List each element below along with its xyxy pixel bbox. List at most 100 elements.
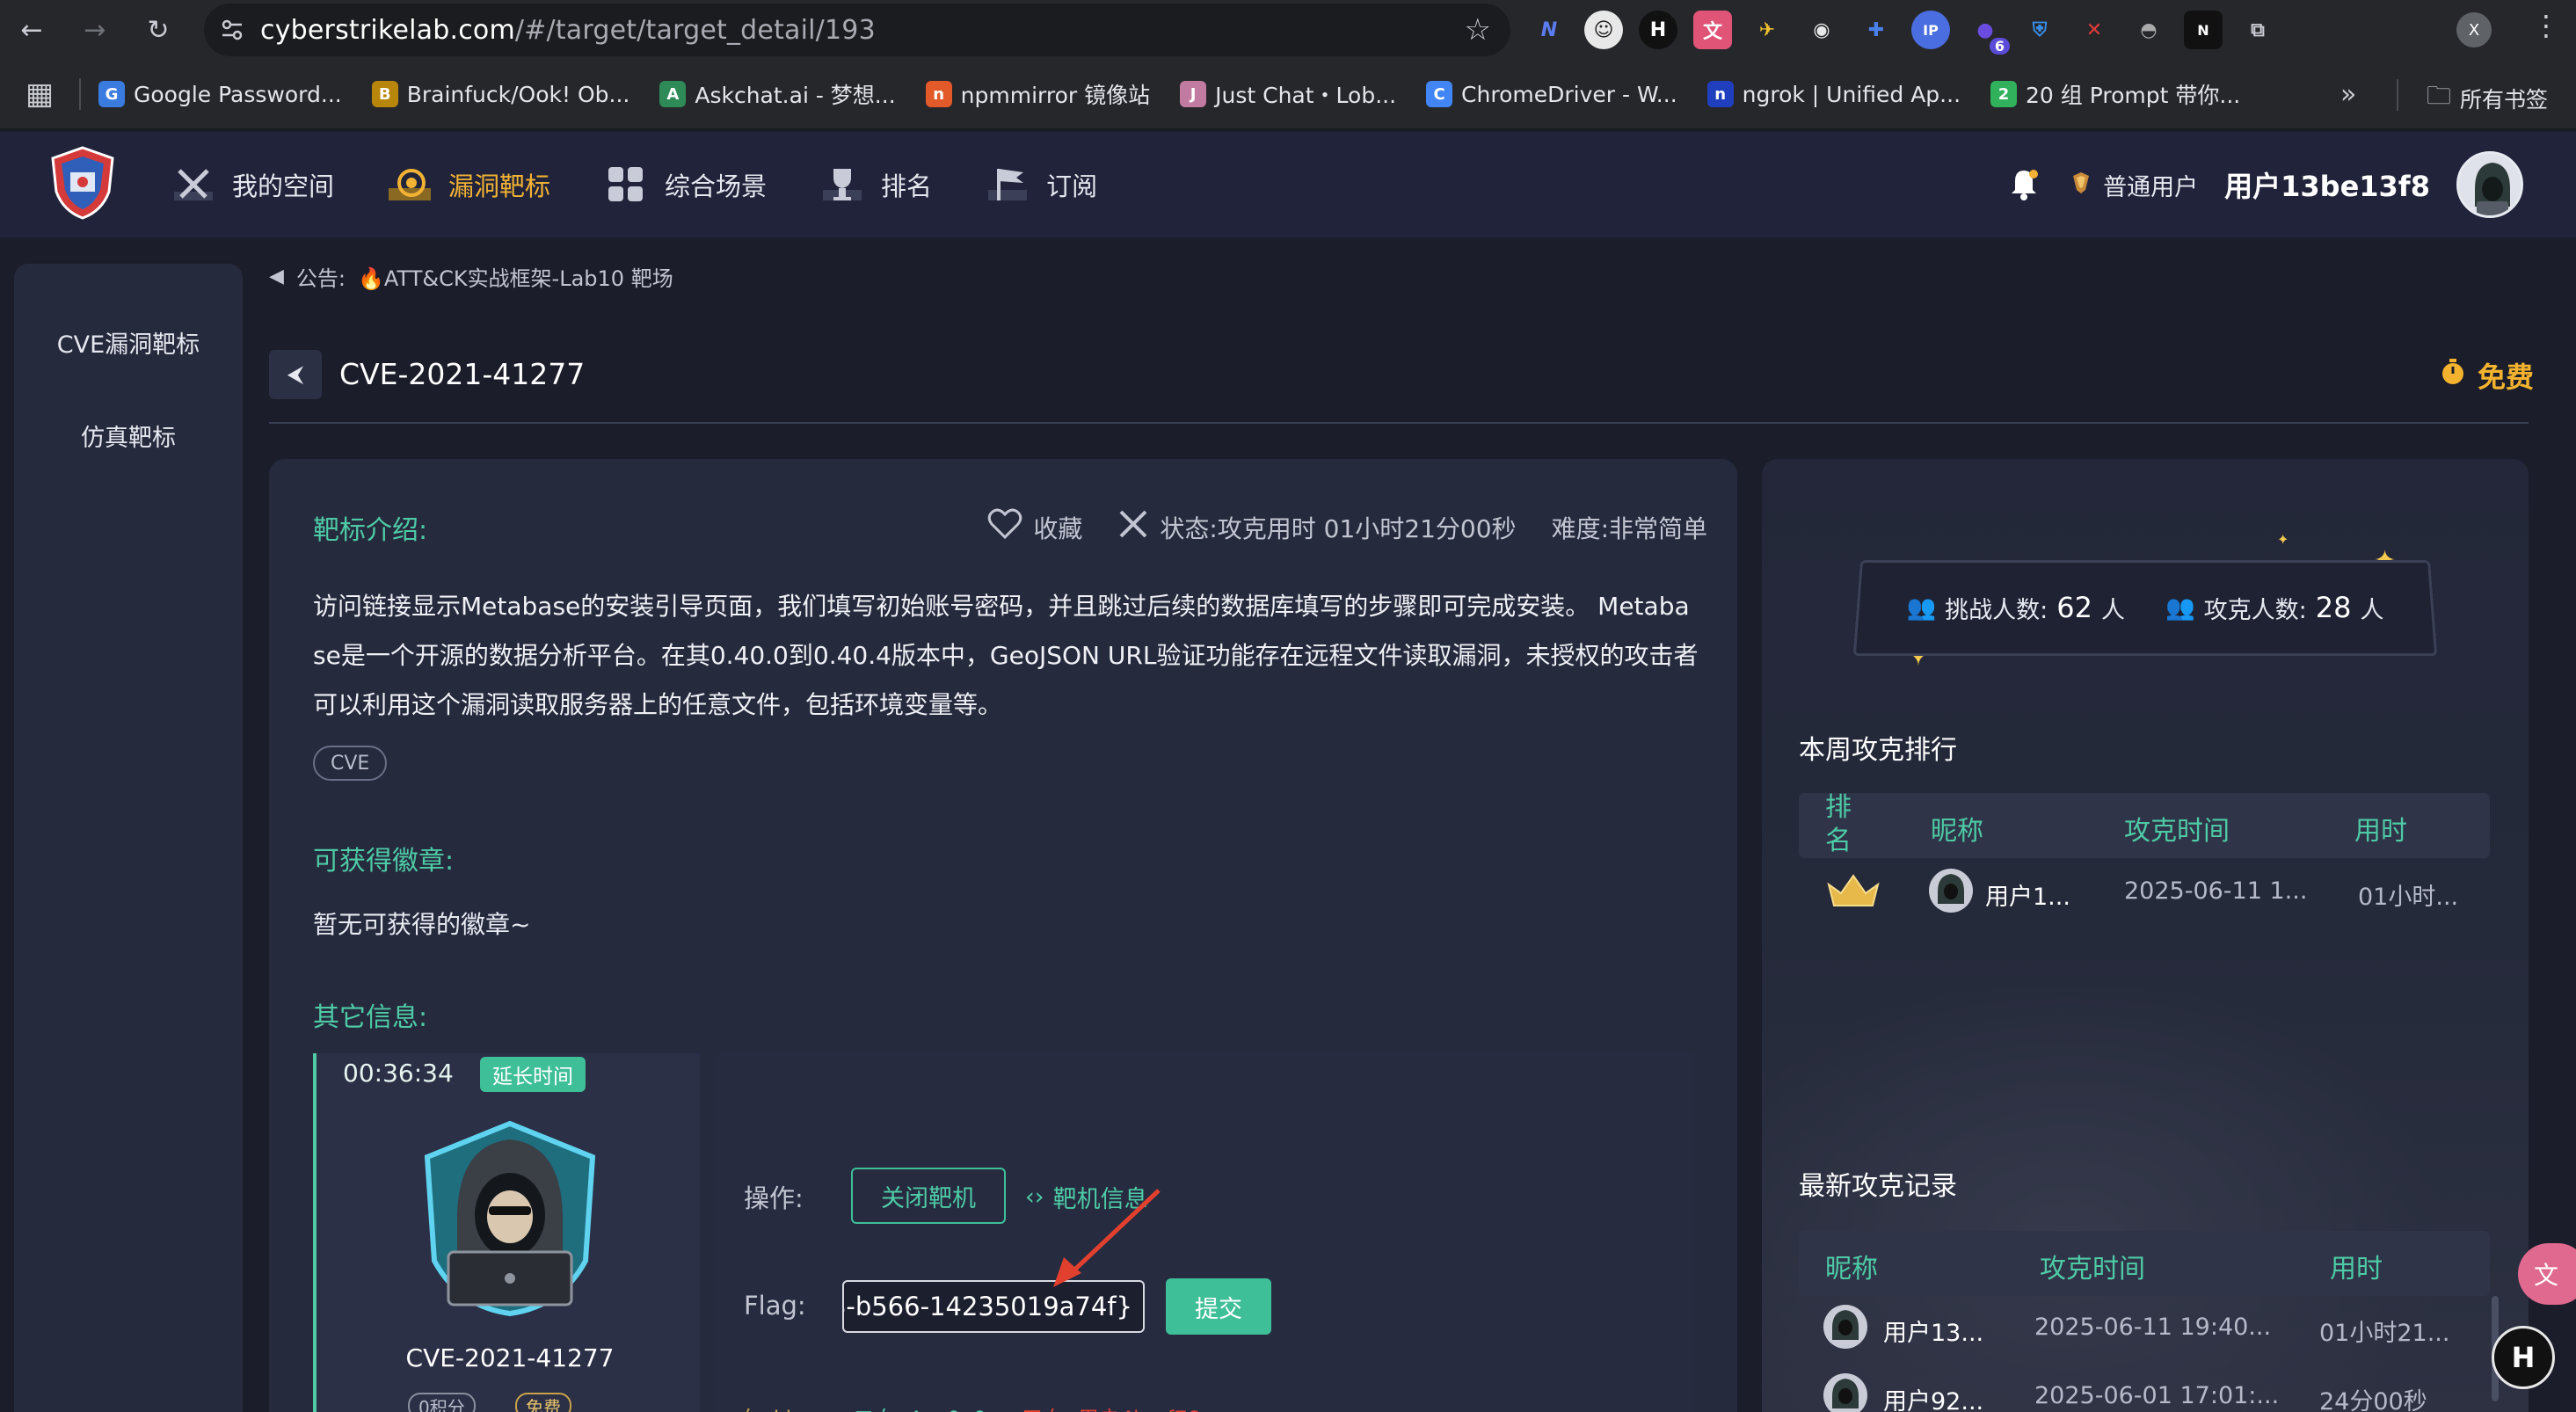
price-label: 免费: [2477, 360, 2534, 394]
nav-ranking[interactable]: 排名: [819, 164, 932, 206]
bookmark-favicon-icon: C: [1426, 81, 1453, 107]
bookmark-star-icon[interactable]: ☆: [1465, 12, 1491, 47]
extension-shield-icon[interactable]: ⛨: [2020, 11, 2059, 49]
rank-duration: 01小时...: [2358, 884, 2459, 911]
extensions-puzzle-icon[interactable]: ⧉: [2238, 11, 2277, 49]
app-header: 我的空间 漏洞靶标 综合场景 排名 订阅 普通用户 用户13be13f8: [0, 132, 2576, 237]
forward-arrow-icon[interactable]: →: [70, 5, 120, 55]
users-icon: 👥: [2165, 594, 2195, 622]
bookmark-item[interactable]: 2 20 组 Prompt 带你...: [1990, 78, 2240, 110]
ranking-panel: ✦ ✦ ✦ 👥 挑战人数: 62 人 👥 攻克人数: 28 人 本周攻克排行 排…: [1762, 459, 2529, 1412]
solvers-count: 28: [2315, 591, 2352, 624]
sidebar-item-simulation-targets[interactable]: 仿真靶标: [14, 419, 243, 453]
more-bookmarks-icon[interactable]: »: [2340, 79, 2356, 110]
bookmark-item[interactable]: G Google Password...: [98, 81, 342, 107]
nav-my-space-label: 我的空间: [232, 171, 335, 201]
reload-icon[interactable]: ↻: [134, 5, 183, 55]
extension-badge-icon[interactable]: ● 6: [1966, 11, 2010, 55]
bookmark-item[interactable]: A Askchat.ai - 梦想...: [659, 78, 896, 110]
header-username[interactable]: 用户13be13f8: [2224, 164, 2430, 205]
user-role-label: 普通用户: [2103, 173, 2199, 201]
browser-menu-icon[interactable]: ⋮: [2532, 9, 2560, 42]
notification-bell-icon[interactable]: [2006, 167, 2041, 202]
weekly-rank-header: 排名 昵称 攻克时间 用时: [1799, 792, 2490, 858]
bookmark-item[interactable]: B Brainfuck/Ook! Ob...: [371, 81, 629, 107]
close-machine-button[interactable]: 关闭靶机: [851, 1168, 1006, 1224]
extension-h-icon[interactable]: H: [1639, 11, 1677, 49]
crossed-swords-icon: [171, 164, 216, 206]
bookmark-favicon-icon: n: [1706, 81, 1734, 107]
bookmark-label: Just Chat・Lob...: [1215, 83, 1397, 108]
back-chevron-icon: ⮜: [287, 360, 304, 388]
bookmark-favicon-icon: J: [1180, 81, 1207, 107]
address-bar[interactable]: cyberstrikelab.com/#/target/target_detai…: [204, 4, 1510, 56]
submit-flag-button[interactable]: 提交: [1166, 1278, 1271, 1335]
price-badge: 免费: [2441, 355, 2534, 396]
hacker-avatar-image: [424, 1120, 596, 1317]
avatar: [1929, 869, 1973, 913]
nav-subscribe[interactable]: 订阅: [985, 164, 1097, 206]
extend-time-button[interactable]: 延长时间: [480, 1057, 586, 1092]
red-annotation-arrow: [1053, 1189, 1161, 1287]
h-logo-icon: H: [2511, 1341, 2536, 1374]
operations-label: 操作:: [744, 1183, 804, 1213]
code-icon: ‹›: [1025, 1183, 1044, 1211]
target-description: 访问链接显示Metabase的安装引导页面，我们填写初始账号密码，并且跳过后续的…: [313, 592, 1699, 719]
extension-face-icon[interactable]: ☺: [1584, 11, 1623, 49]
main-nav: 我的空间 漏洞靶标 综合场景 排名 订阅: [171, 132, 1097, 237]
extension-robot-icon[interactable]: ◉: [1802, 11, 1841, 49]
favorite-label: 收藏: [1033, 513, 1083, 543]
bookmark-label: ChromeDriver - W...: [1461, 81, 1677, 107]
bookmark-label: Askchat.ai - 梦想...: [695, 83, 896, 108]
nav-subscribe-label: 订阅: [1046, 171, 1098, 201]
nav-scenarios[interactable]: 综合场景: [603, 164, 767, 206]
sidebar-item-cve-targets[interactable]: CVE漏洞靶标: [14, 325, 243, 360]
rank-column-header: 排名: [1825, 792, 1852, 856]
bookmark-item[interactable]: n ngrok | Unified Ap...: [1706, 81, 1961, 107]
challengers-unit: 人: [2101, 596, 2125, 624]
bookmark-item[interactable]: n npmmirror 镜像站: [925, 78, 1150, 110]
announcement-prefix: 公告:: [295, 266, 346, 291]
extension-notion-icon[interactable]: N: [2184, 11, 2223, 49]
solvers-unit: 人: [2360, 596, 2384, 624]
rank-solve-time: 2025-06-11 1...: [2124, 877, 2308, 905]
extension-x-icon[interactable]: ✕: [2075, 11, 2114, 49]
avatar: [1823, 1305, 1867, 1349]
profile-avatar[interactable]: X: [2456, 12, 2492, 47]
bookmark-item[interactable]: J Just Chat・Lob...: [1180, 78, 1396, 110]
translate-float-button[interactable]: 文: [2518, 1243, 2576, 1305]
translate-icon: 文: [2534, 1261, 2559, 1290]
folder-icon: 🗀: [2427, 81, 2452, 110]
back-button[interactable]: ⮜: [269, 350, 322, 399]
favorite-button[interactable]: 收藏: [987, 508, 1082, 546]
bookmark-item[interactable]: C ChromeDriver - W...: [1426, 81, 1677, 107]
duration-column-header: 用时: [2354, 816, 2407, 847]
extension-n-icon[interactable]: N: [1530, 11, 1568, 49]
extension-translate-icon[interactable]: 文: [1693, 11, 1732, 49]
cve-tag[interactable]: CVE: [313, 746, 388, 781]
extension-ip-icon[interactable]: IP: [1911, 11, 1950, 49]
all-bookmarks-button[interactable]: 🗀 所有书签: [2427, 77, 2548, 120]
extension-hat-icon[interactable]: ◓: [2129, 11, 2168, 49]
nav-vuln-targets[interactable]: 漏洞靶标: [387, 164, 550, 206]
apps-grid-icon[interactable]: ▦: [0, 76, 79, 112]
assistant-float-button[interactable]: H: [2492, 1326, 2555, 1389]
header-user-area: 普通用户 用户13be13f8: [2006, 132, 2523, 237]
user-avatar[interactable]: [2456, 151, 2523, 218]
grid-icon: [603, 164, 649, 206]
status-item: 状态:攻克用时 01小时21分00秒: [1117, 508, 1517, 546]
nav-ranking-label: 排名: [881, 171, 933, 201]
site-info-icon[interactable]: [204, 4, 260, 56]
bookmarks-divider-right: [2397, 79, 2398, 111]
url-text: cyberstrikelab.com/#/target/target_detai…: [260, 14, 876, 46]
nav-my-space[interactable]: 我的空间: [171, 164, 334, 206]
bookmark-favicon-icon: n: [925, 81, 952, 107]
extension-puzzle-blue-icon[interactable]: ✚: [1857, 11, 1896, 49]
recent-solves-title: 最新攻克记录: [1799, 1171, 1957, 1202]
nav-vuln-targets-label: 漏洞靶标: [448, 171, 551, 201]
recent-solves-header: 昵称 攻克时间 用时: [1799, 1231, 2490, 1296]
back-arrow-icon[interactable]: ←: [7, 5, 56, 55]
site-logo[interactable]: [49, 146, 116, 220]
extension-bird-icon[interactable]: ✈: [1748, 11, 1786, 49]
announcement-text[interactable]: 🔥ATT&CK实战框架-Lab10 靶场: [358, 261, 673, 292]
